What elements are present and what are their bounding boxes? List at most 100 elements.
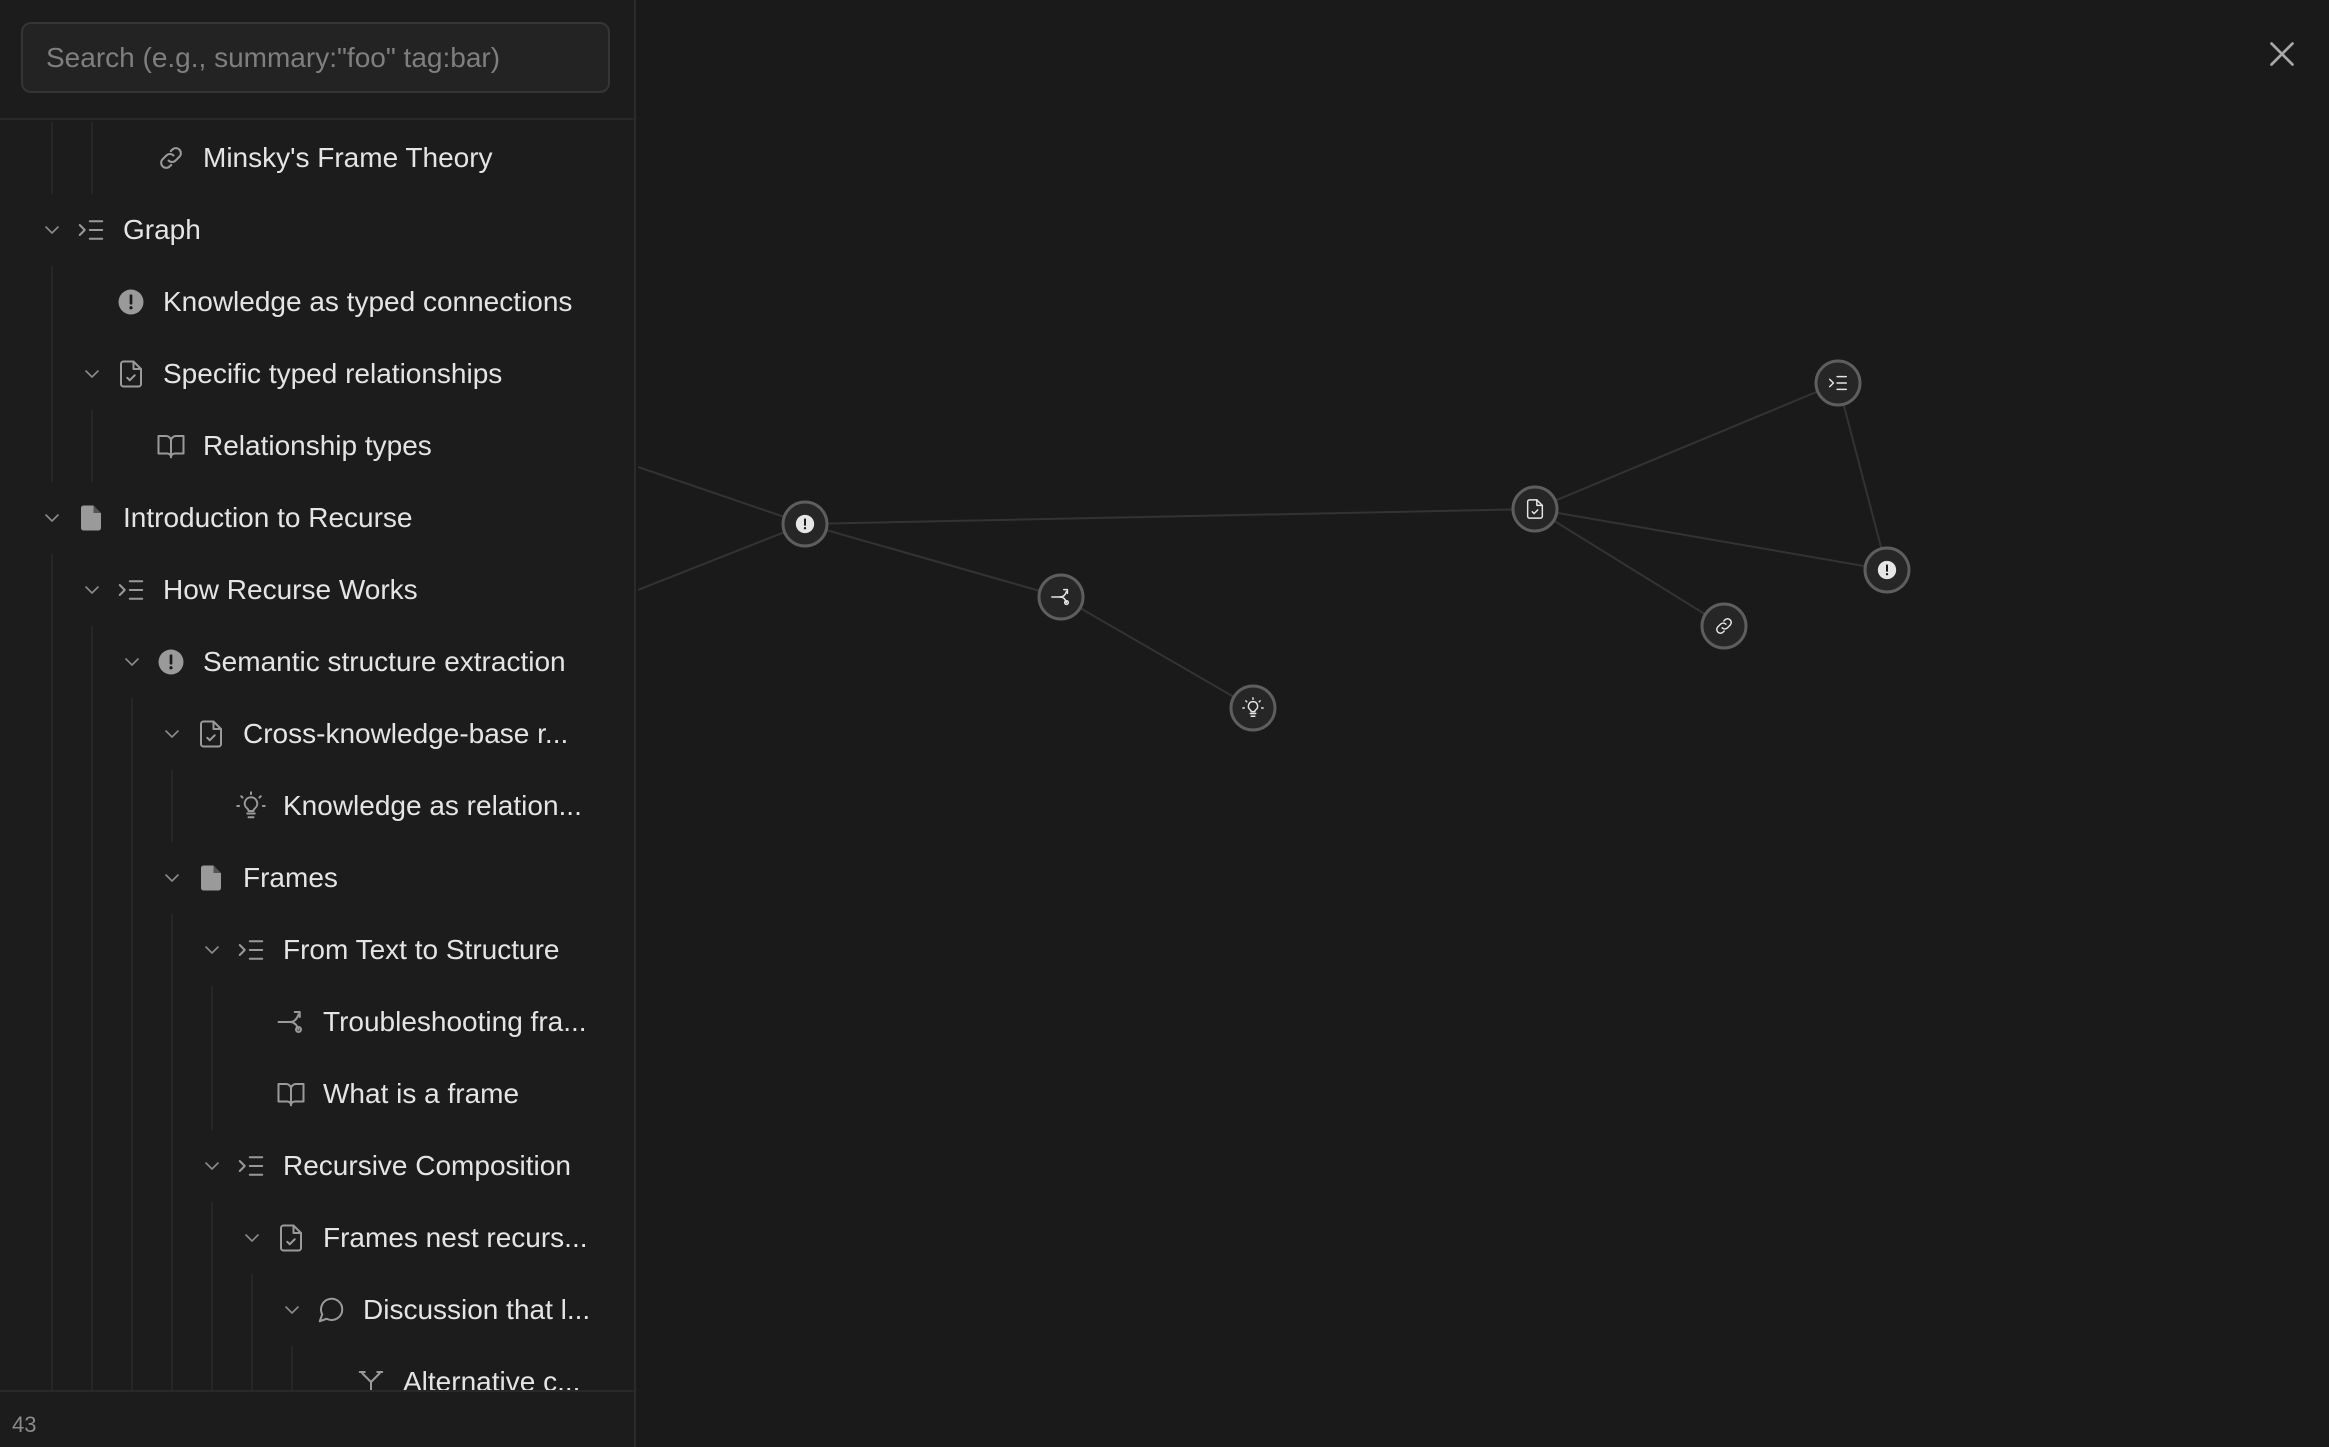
graph-view[interactable] <box>638 0 2329 1447</box>
tree-item-label: Knowledge as relation... <box>283 790 582 821</box>
indent-guide <box>91 1274 93 1346</box>
link-icon <box>1713 615 1735 637</box>
tree-item-label: What is a frame <box>323 1078 520 1109</box>
tree-item[interactable]: Relationship types <box>0 410 634 482</box>
indent-guide <box>91 1058 93 1130</box>
file-check-icon <box>116 359 146 389</box>
indent-guide <box>91 1130 93 1202</box>
file-check-icon <box>196 719 226 749</box>
git-merge-icon <box>276 1007 306 1037</box>
alert-circle-icon <box>156 647 186 677</box>
indent-guide <box>51 1130 53 1202</box>
tree-item[interactable]: Frames nest recurs... <box>0 1202 634 1274</box>
chevron-down-icon[interactable] <box>120 650 144 674</box>
close-icon <box>2270 42 2294 66</box>
tree-item-label: Frames nest recurs... <box>323 1222 588 1253</box>
graph-node[interactable] <box>1814 359 1862 407</box>
indent-guide <box>131 1202 133 1274</box>
alert-circle-icon <box>116 287 146 317</box>
tree-item[interactable]: Cross-knowledge-base r... <box>0 698 634 770</box>
chevron-down-icon[interactable] <box>280 1298 304 1322</box>
tree-item[interactable]: Troubleshooting fra... <box>0 986 634 1058</box>
chevron-down-icon[interactable] <box>80 362 104 386</box>
indent-guide <box>131 914 133 986</box>
list-indent-icon <box>236 935 266 965</box>
tree-item[interactable]: From Text to Structure <box>0 914 634 986</box>
indent-guide <box>131 1130 133 1202</box>
indent-guide <box>131 842 133 914</box>
graph-edge <box>804 508 1536 525</box>
graph-node[interactable] <box>1511 485 1559 533</box>
tree-item[interactable]: Frames <box>0 842 634 914</box>
list-indent-icon <box>76 215 106 245</box>
tree-item[interactable]: Knowledge as relation... <box>0 770 634 842</box>
tree-item[interactable]: Alternative c... <box>0 1346 634 1390</box>
git-merge-icon <box>1050 586 1072 608</box>
indent-guide <box>211 1274 213 1346</box>
tree-item-label: Minsky's Frame Theory <box>203 142 493 173</box>
indent-guide <box>51 1202 53 1274</box>
tree-item[interactable]: Introduction to Recurse <box>0 482 634 554</box>
tree-item-label: Semantic structure extraction <box>203 646 566 677</box>
indent-guide <box>171 1202 173 1274</box>
tree-item[interactable]: What is a frame <box>0 1058 634 1130</box>
graph-canvas[interactable] <box>638 0 2329 1447</box>
indent-guide <box>91 122 93 194</box>
chevron-down-icon[interactable] <box>160 866 184 890</box>
chevron-down-icon[interactable] <box>160 722 184 746</box>
tree-item[interactable]: Semantic structure extraction <box>0 626 634 698</box>
link-icon <box>156 143 186 173</box>
graph-edge <box>804 523 1062 598</box>
indent-guide <box>51 842 53 914</box>
sidebar: Minsky's Frame Theory Graph Knowledge as t… <box>0 0 636 1447</box>
chevron-down-icon[interactable] <box>40 506 64 530</box>
chevron-down-icon[interactable] <box>80 578 104 602</box>
lightbulb-icon <box>1242 697 1264 719</box>
indent-guide <box>51 122 53 194</box>
tree-item[interactable]: Specific typed relationships <box>0 338 634 410</box>
tree-item[interactable]: Graph <box>0 194 634 266</box>
tree-item[interactable]: Knowledge as typed connections <box>0 266 634 338</box>
message-circle-icon <box>316 1295 346 1325</box>
indent-guide <box>131 698 133 770</box>
tree-item-label: Knowledge as typed connections <box>163 286 573 317</box>
tree-item[interactable]: Recursive Composition <box>0 1130 634 1202</box>
tree-item[interactable]: How Recurse Works <box>0 554 634 626</box>
chevron-down-icon[interactable] <box>200 938 224 962</box>
indent-guide <box>211 1202 213 1274</box>
chevron-down-icon[interactable] <box>240 1226 264 1250</box>
indent-guide <box>171 1274 173 1346</box>
indent-guide <box>171 914 173 986</box>
chevron-down-icon[interactable] <box>200 1154 224 1178</box>
graph-node[interactable] <box>1037 573 1085 621</box>
indent-guide <box>211 1058 213 1130</box>
indent-guide <box>51 266 53 338</box>
indent-guide <box>171 1130 173 1202</box>
indent-guide <box>131 1274 133 1346</box>
graph-edge <box>1060 596 1254 709</box>
graph-edge <box>1534 382 1839 510</box>
indent-guide <box>251 1274 253 1346</box>
chevron-down-icon[interactable] <box>40 218 64 242</box>
book-open-icon <box>276 1079 306 1109</box>
tree-item[interactable]: Discussion that l... <box>0 1274 634 1346</box>
graph-edge <box>1534 508 1725 627</box>
book-open-icon <box>156 431 186 461</box>
tree-item[interactable]: Minsky's Frame Theory <box>0 122 634 194</box>
search-input[interactable] <box>21 22 610 93</box>
alert-circle-icon <box>1876 559 1898 581</box>
graph-node[interactable] <box>1700 602 1748 650</box>
outline-tree: Minsky's Frame Theory Graph Knowledge as t… <box>0 122 634 1390</box>
indent-guide <box>51 1058 53 1130</box>
graph-node[interactable] <box>781 500 829 548</box>
close-button[interactable] <box>2264 36 2300 72</box>
indent-guide <box>131 770 133 842</box>
graph-node[interactable] <box>1229 684 1277 732</box>
indent-guide <box>91 1202 93 1274</box>
graph-node[interactable] <box>1863 546 1911 594</box>
item-count: 43 <box>12 1412 37 1437</box>
indent-guide <box>131 1058 133 1130</box>
indent-guide <box>91 698 93 770</box>
indent-guide <box>131 986 133 1058</box>
indent-guide <box>51 338 53 410</box>
